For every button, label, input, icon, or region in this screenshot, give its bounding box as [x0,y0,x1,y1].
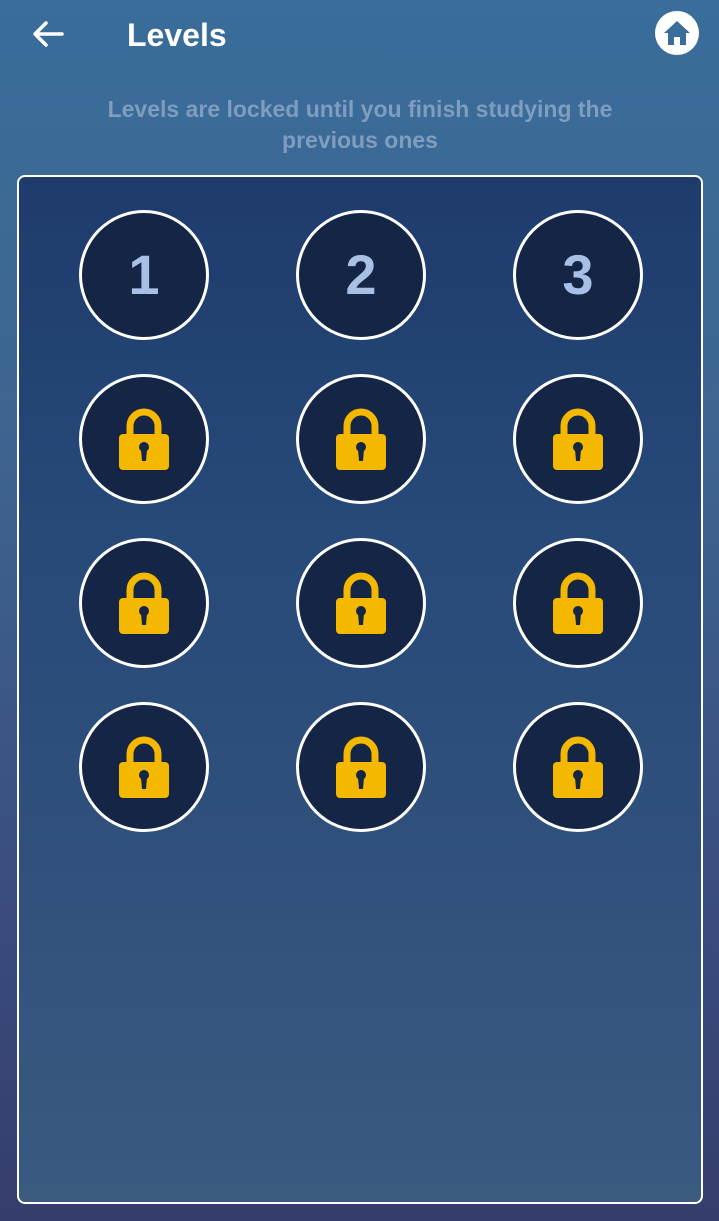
lock-icon [553,572,603,634]
lock-icon [336,736,386,798]
level-button-locked[interactable] [513,374,643,504]
home-icon [664,21,690,45]
level-button-locked[interactable] [513,538,643,668]
lock-icon [336,408,386,470]
level-button-locked[interactable] [79,374,209,504]
page-title: Levels [127,17,227,53]
level-button-locked[interactable] [296,538,426,668]
levels-panel: 1 2 3 [17,175,703,1204]
level-grid: 1 2 3 [79,210,643,832]
home-button[interactable] [655,11,699,55]
level-number: 1 [128,243,160,306]
lock-icon [553,736,603,798]
level-button-locked[interactable] [296,374,426,504]
level-button[interactable]: 1 [79,210,209,340]
level-number: 3 [562,243,594,306]
level-button-locked[interactable] [79,538,209,668]
lock-icon [336,572,386,634]
level-button-locked[interactable] [296,702,426,832]
lock-icon [553,408,603,470]
level-button[interactable]: 2 [296,210,426,340]
app-header: Levels [0,0,719,72]
lock-icon [119,408,169,470]
level-number: 2 [345,243,377,306]
lock-icon [119,572,169,634]
arrow-left-icon [33,21,64,47]
level-button[interactable]: 3 [513,210,643,340]
level-button-locked[interactable] [513,702,643,832]
lock-icon [119,736,169,798]
level-button-locked[interactable] [79,702,209,832]
back-button[interactable] [26,14,70,54]
levels-hint-text: Levels are locked until you finish study… [107,96,613,153]
